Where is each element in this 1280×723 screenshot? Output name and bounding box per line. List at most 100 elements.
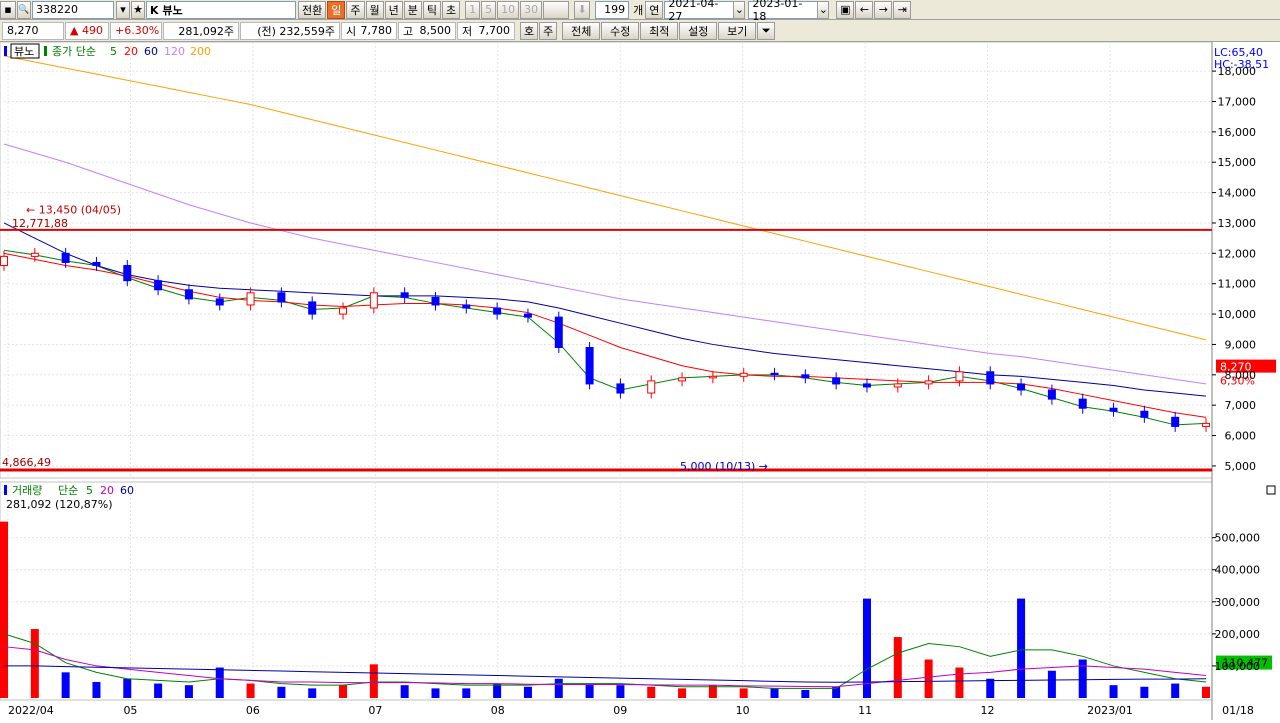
minute-30-button[interactable]: 30 xyxy=(520,0,543,19)
volume-bar xyxy=(123,678,132,698)
volume-bar xyxy=(678,688,687,698)
candle-body xyxy=(647,380,656,394)
period-tab-minute[interactable]: 분 xyxy=(403,0,422,19)
period-tab-year[interactable]: 년 xyxy=(384,0,403,19)
date-from-dropdown-icon[interactable]: ⌄ xyxy=(733,0,746,19)
volume-tick-label: 200,000 xyxy=(1215,628,1261,641)
volume-bar xyxy=(1109,685,1118,698)
count-input[interactable]: 199 xyxy=(595,0,630,19)
search-icon[interactable]: 🔍 xyxy=(17,0,31,19)
vol-legend-name: 거래량 xyxy=(12,484,42,497)
order-button[interactable]: 주 xyxy=(539,21,558,40)
menu-all-button[interactable]: 전체 xyxy=(562,21,601,40)
candle-body xyxy=(215,298,224,306)
high-annotation: ← 13,450 (04/05) xyxy=(26,203,121,216)
volume-bar xyxy=(277,686,286,698)
menu-settings-button[interactable]: 설정 xyxy=(679,21,718,40)
menu-adjust-button[interactable]: 수정 xyxy=(601,21,640,40)
x-tick-label: 07 xyxy=(368,704,382,717)
arrow-right-icon[interactable]: → xyxy=(874,0,893,19)
panel-maximize-icon[interactable] xyxy=(1266,485,1276,495)
volume-value: 281,092주 xyxy=(163,21,239,40)
stock-code-input[interactable]: 338220 xyxy=(32,0,114,19)
candle-body xyxy=(369,292,378,309)
vol-ma60-legend: 60 xyxy=(120,484,134,497)
vol-ma20-legend: 20 xyxy=(100,484,114,497)
date-from-input[interactable]: 2021-04-27 xyxy=(664,0,735,23)
ma-legend-marker xyxy=(44,46,47,56)
low-label: 저 xyxy=(462,24,473,38)
candle-body xyxy=(770,372,779,376)
price-tick-label: 12,000 xyxy=(1218,247,1257,260)
price-tick-label: 13,000 xyxy=(1218,217,1257,230)
volume-bar xyxy=(1017,598,1026,698)
minute-1-button[interactable]: 1 xyxy=(465,0,481,19)
open-value: 7,780 xyxy=(360,24,393,37)
candle-body xyxy=(1047,389,1056,400)
arrow-down-icon[interactable]: ⬇ xyxy=(574,0,591,19)
save-icon[interactable]: ▣ xyxy=(836,0,855,19)
candle-body xyxy=(462,304,471,309)
volume-bar xyxy=(0,521,8,698)
volume-bar xyxy=(431,688,440,698)
ma-legend-title: 종가 단순 xyxy=(52,45,96,58)
period-tab-second[interactable]: 초 xyxy=(442,0,461,19)
menu-icon[interactable]: ▪ xyxy=(0,0,16,19)
candle-body xyxy=(30,252,39,257)
fast-forward-icon[interactable]: ⇥ xyxy=(893,0,912,19)
date-to-input[interactable]: 2023-01-18 xyxy=(748,0,819,23)
menu-optimize-button[interactable]: 최적 xyxy=(640,21,679,40)
filter-icon[interactable]: ⏷ xyxy=(757,21,776,40)
custom-minute-input[interactable] xyxy=(543,0,570,19)
view-switch-button[interactable]: 전환 xyxy=(298,0,327,19)
open-price: 시 7,780 xyxy=(341,21,397,40)
volume-bar xyxy=(770,688,779,698)
period-tab-tick[interactable]: 틱 xyxy=(422,0,441,19)
period-tab-day[interactable]: 일 xyxy=(327,0,346,19)
vol-legend-title: 단순 xyxy=(58,484,78,497)
candle-body xyxy=(739,372,748,377)
volume-bar xyxy=(1202,686,1210,698)
candle-body xyxy=(616,383,625,394)
price-change: ▲ 490 xyxy=(65,21,109,40)
price-tick-label: 10,000 xyxy=(1218,308,1257,321)
candle-body xyxy=(61,252,70,263)
volume-bar xyxy=(523,686,532,698)
volume-bar xyxy=(1047,670,1056,698)
top-toolbar: ▪ 🔍 338220 ▾ ★ K 뷰노 전환 일 주 월 년 분 틱 초 1 5… xyxy=(0,0,1280,23)
date-mode-button[interactable]: 연 xyxy=(645,0,664,19)
minute-5-button[interactable]: 5 xyxy=(481,0,497,19)
price-tick-label: 6,000 xyxy=(1225,430,1257,443)
arrow-left-icon[interactable]: ← xyxy=(855,0,874,19)
volume-bar xyxy=(893,637,902,698)
candle-body xyxy=(1171,416,1180,427)
vol-ma5-legend: 5 xyxy=(86,484,93,497)
price-tick-label: 7,000 xyxy=(1225,399,1257,412)
high-label: 고 xyxy=(403,24,414,38)
volume-bar xyxy=(986,678,995,698)
legend-marker xyxy=(4,46,7,56)
menu-view-button[interactable]: 보기 xyxy=(718,21,757,40)
candle-body xyxy=(431,296,440,306)
order-book-button[interactable]: 호 xyxy=(520,21,539,40)
x-tick-label: 2022/04 xyxy=(8,704,54,717)
period-tab-month[interactable]: 월 xyxy=(365,0,384,19)
search-button[interactable]: ▾ xyxy=(116,0,130,19)
candle-body xyxy=(554,316,563,348)
date-to-dropdown-icon[interactable]: ⌄ xyxy=(817,0,830,19)
candle-body xyxy=(246,292,255,306)
price-tick-label: 5,000 xyxy=(1225,460,1257,473)
period-tab-week[interactable]: 주 xyxy=(346,0,365,19)
low-annotation: 5,000 (10/13) → xyxy=(680,460,768,473)
candle-body xyxy=(893,383,902,388)
low-price: 저 7,700 xyxy=(457,21,515,40)
volume-bar xyxy=(462,688,471,698)
price-tick-label: 11,000 xyxy=(1218,278,1257,291)
favorite-star-icon[interactable]: ★ xyxy=(131,0,145,19)
volume-tick-label: 500,000 xyxy=(1215,532,1261,545)
price-volume-chart[interactable]: 12,771,88 4,866,49 ← 13,450 (04/05) 5,000 (… xyxy=(0,41,1280,720)
minute-10-button[interactable]: 10 xyxy=(497,0,520,19)
prev-volume-value: (전) 232,559주 xyxy=(240,21,340,40)
x-tick-label: 10 xyxy=(736,704,750,717)
candle-body xyxy=(832,377,841,385)
